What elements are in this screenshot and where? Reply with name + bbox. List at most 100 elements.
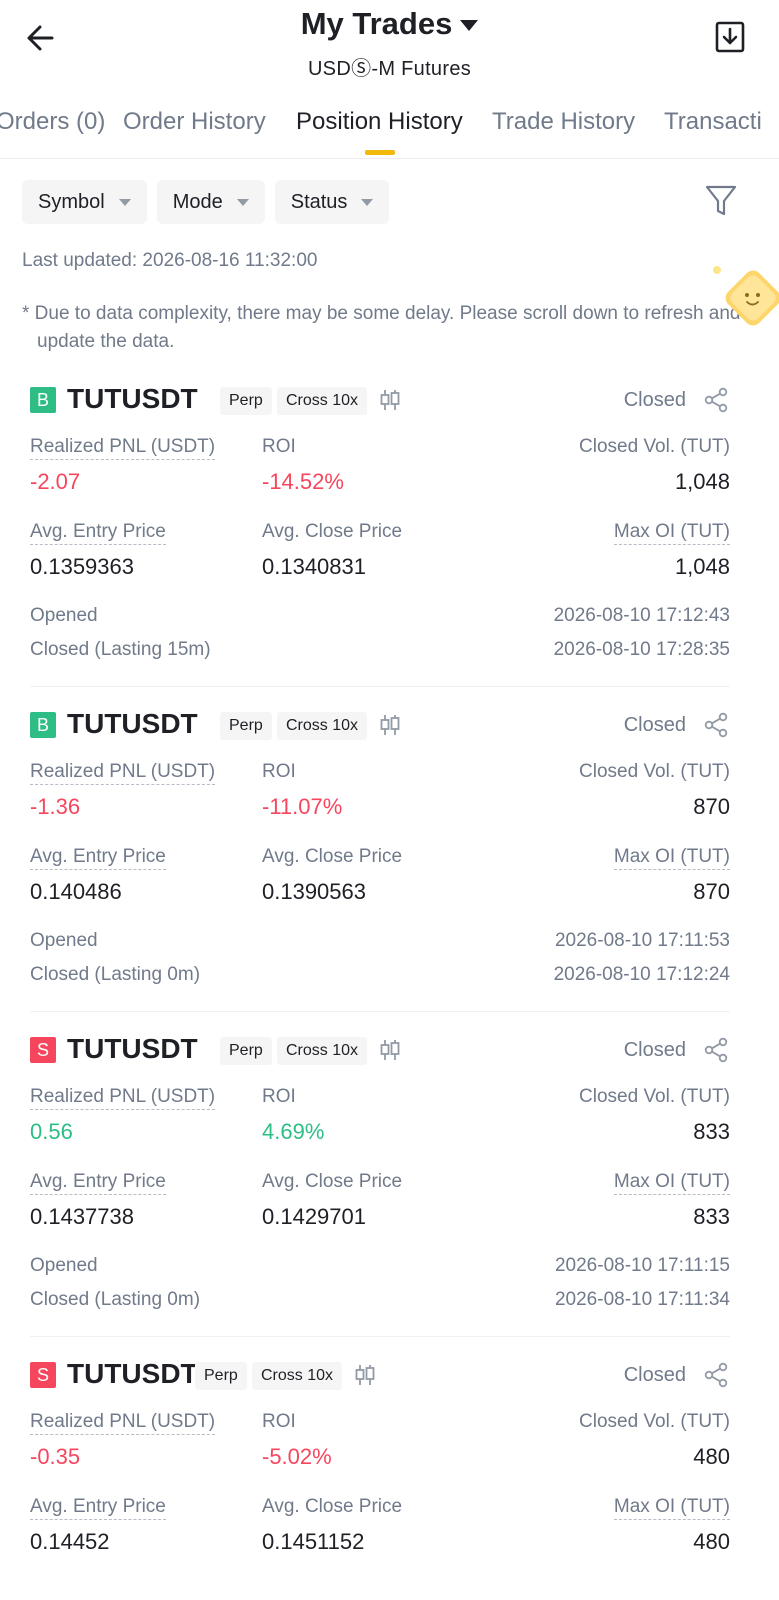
symbol-name: TUTUSDT <box>67 1358 198 1389</box>
position-card[interactable]: S TUTUSDT Perp Cross 10x Closed Realized… <box>30 1033 730 1333</box>
max-oi-label[interactable]: Max OI (TUT) <box>613 846 730 870</box>
avg-entry-price-value: 0.1437738 <box>30 1204 134 1229</box>
closed-duration-label: Closed (Lasting 0m) <box>30 1289 201 1310</box>
position-status: Closed <box>623 389 686 411</box>
realized-pnl-value: -0.35 <box>30 1444 81 1469</box>
closed-vol-value: 870 <box>693 794 730 819</box>
opened-label: Opened <box>30 605 98 626</box>
realized-pnl-value: -1.36 <box>30 794 81 819</box>
symbol-name: TUTUSDT <box>67 708 198 739</box>
share-icon[interactable] <box>704 1037 728 1063</box>
position-card[interactable]: B TUTUSDT Perp Cross 10x Closed Realized… <box>30 708 730 1008</box>
avg-entry-price-label[interactable]: Avg. Entry Price <box>30 846 166 870</box>
caret-down-icon <box>236 198 249 206</box>
roi-label: ROI <box>262 436 296 457</box>
caret-down-icon <box>460 19 479 31</box>
max-oi-label[interactable]: Max OI (TUT) <box>613 1171 730 1195</box>
page-subtitle: USDⓈ-M Futures <box>307 58 472 80</box>
title-wrap: My Trades USDⓈ-M Futures <box>0 6 779 81</box>
share-icon[interactable] <box>704 387 728 413</box>
tab-transaction-history[interactable]: Transacti <box>664 108 762 136</box>
tab-order-history[interactable]: Order History <box>123 108 266 136</box>
roi-label: ROI <box>262 1086 296 1107</box>
avg-entry-price-value: 0.140486 <box>30 879 122 904</box>
realized-pnl-label[interactable]: Realized PNL (USDT) <box>30 1086 216 1110</box>
card-divider <box>30 1011 730 1012</box>
page-title: My Trades <box>300 6 453 41</box>
realized-pnl-label[interactable]: Realized PNL (USDT) <box>30 436 216 460</box>
realized-pnl-value: 0.56 <box>30 1119 73 1144</box>
share-icon[interactable] <box>704 1362 728 1388</box>
max-oi-value: 480 <box>693 1529 730 1554</box>
candlestick-chart-icon[interactable] <box>378 713 402 737</box>
max-oi-value: 1,048 <box>674 554 730 579</box>
tab-trade-history[interactable]: Trade History <box>492 108 635 136</box>
realized-pnl-value: -2.07 <box>30 469 81 494</box>
max-oi-value: 833 <box>693 1204 730 1229</box>
avg-entry-price-value: 0.1359363 <box>30 554 134 579</box>
position-card[interactable]: S TUTUSDT Perp Cross 10x Closed Realized… <box>30 1358 730 1600</box>
side-badge: B <box>30 387 56 413</box>
side-badge: B <box>30 712 56 738</box>
caret-down-icon <box>361 198 374 206</box>
roi-value: -11.07% <box>262 794 343 819</box>
avg-close-price-label: Avg. Close Price <box>262 521 403 542</box>
symbol-name: TUTUSDT <box>67 383 198 414</box>
candlestick-chart-icon[interactable] <box>378 1038 402 1062</box>
symbol-filter-label: Symbol <box>38 190 105 213</box>
avg-entry-price-label[interactable]: Avg. Entry Price <box>30 1496 166 1520</box>
avg-close-price-value: 0.1390563 <box>262 879 366 904</box>
candlestick-chart-icon[interactable] <box>353 1363 377 1387</box>
closed-vol-value: 480 <box>693 1444 730 1469</box>
card-divider <box>30 686 730 687</box>
roi-value: -14.52% <box>262 469 344 494</box>
closed-time: 2026-08-10 17:11:34 <box>554 1289 730 1310</box>
header: My Trades USDⓈ-M Futures <box>0 0 779 100</box>
contract-type-tag: Perp <box>195 1362 247 1390</box>
realized-pnl-label[interactable]: Realized PNL (USDT) <box>30 1411 216 1435</box>
mascot-icon[interactable] <box>709 262 779 340</box>
avg-close-price-value: 0.1429701 <box>262 1204 366 1229</box>
symbol-name: TUTUSDT <box>67 1033 198 1064</box>
avg-close-price-label: Avg. Close Price <box>262 1496 403 1517</box>
contract-type-tag: Perp <box>220 712 272 740</box>
side-badge: S <box>30 1037 56 1063</box>
symbol-filter[interactable]: Symbol <box>22 180 147 224</box>
caret-down-icon <box>118 198 131 206</box>
margin-mode-tag: Cross 10x <box>277 1037 368 1065</box>
closed-duration-label: Closed (Lasting 15m) <box>30 639 211 660</box>
download-icon[interactable] <box>715 20 745 54</box>
avg-entry-price-label[interactable]: Avg. Entry Price <box>30 521 166 545</box>
tab-open-orders[interactable]: Orders (0) <box>0 108 105 136</box>
opened-label: Opened <box>30 930 98 951</box>
filter-bar: Symbol Mode Status <box>22 180 390 224</box>
avg-close-price-label: Avg. Close Price <box>262 846 403 867</box>
avg-entry-price-value: 0.14452 <box>30 1529 110 1554</box>
position-card[interactable]: B TUTUSDT Perp Cross 10x Closed Realized… <box>30 383 730 683</box>
avg-close-price-value: 0.1340831 <box>262 554 366 579</box>
active-tab-indicator <box>365 150 395 155</box>
realized-pnl-label[interactable]: Realized PNL (USDT) <box>30 761 216 785</box>
opened-time: 2026-08-10 17:11:15 <box>554 1255 730 1276</box>
avg-close-price-value: 0.1451152 <box>262 1529 365 1554</box>
closed-vol-value: 1,048 <box>674 469 730 494</box>
position-status: Closed <box>623 1364 686 1386</box>
max-oi-value: 870 <box>693 879 730 904</box>
mode-filter[interactable]: Mode <box>156 180 265 224</box>
avg-entry-price-label[interactable]: Avg. Entry Price <box>30 1171 166 1195</box>
position-status: Closed <box>623 714 686 736</box>
max-oi-label[interactable]: Max OI (TUT) <box>613 1496 730 1520</box>
page-title-dropdown[interactable]: My Trades <box>301 6 479 42</box>
max-oi-label[interactable]: Max OI (TUT) <box>613 521 730 545</box>
closed-vol-value: 833 <box>693 1119 730 1144</box>
closed-time: 2026-08-10 17:12:24 <box>553 964 730 985</box>
share-icon[interactable] <box>704 712 728 738</box>
closed-vol-label: Closed Vol. (TUT) <box>579 1086 730 1107</box>
closed-vol-label: Closed Vol. (TUT) <box>579 761 730 782</box>
funnel-filter-icon[interactable] <box>705 184 737 218</box>
roi-label: ROI <box>262 1411 296 1432</box>
tab-position-history[interactable]: Position History <box>296 108 463 136</box>
status-filter[interactable]: Status <box>274 180 390 224</box>
closed-time: 2026-08-10 17:28:35 <box>553 639 730 660</box>
candlestick-chart-icon[interactable] <box>378 388 402 412</box>
